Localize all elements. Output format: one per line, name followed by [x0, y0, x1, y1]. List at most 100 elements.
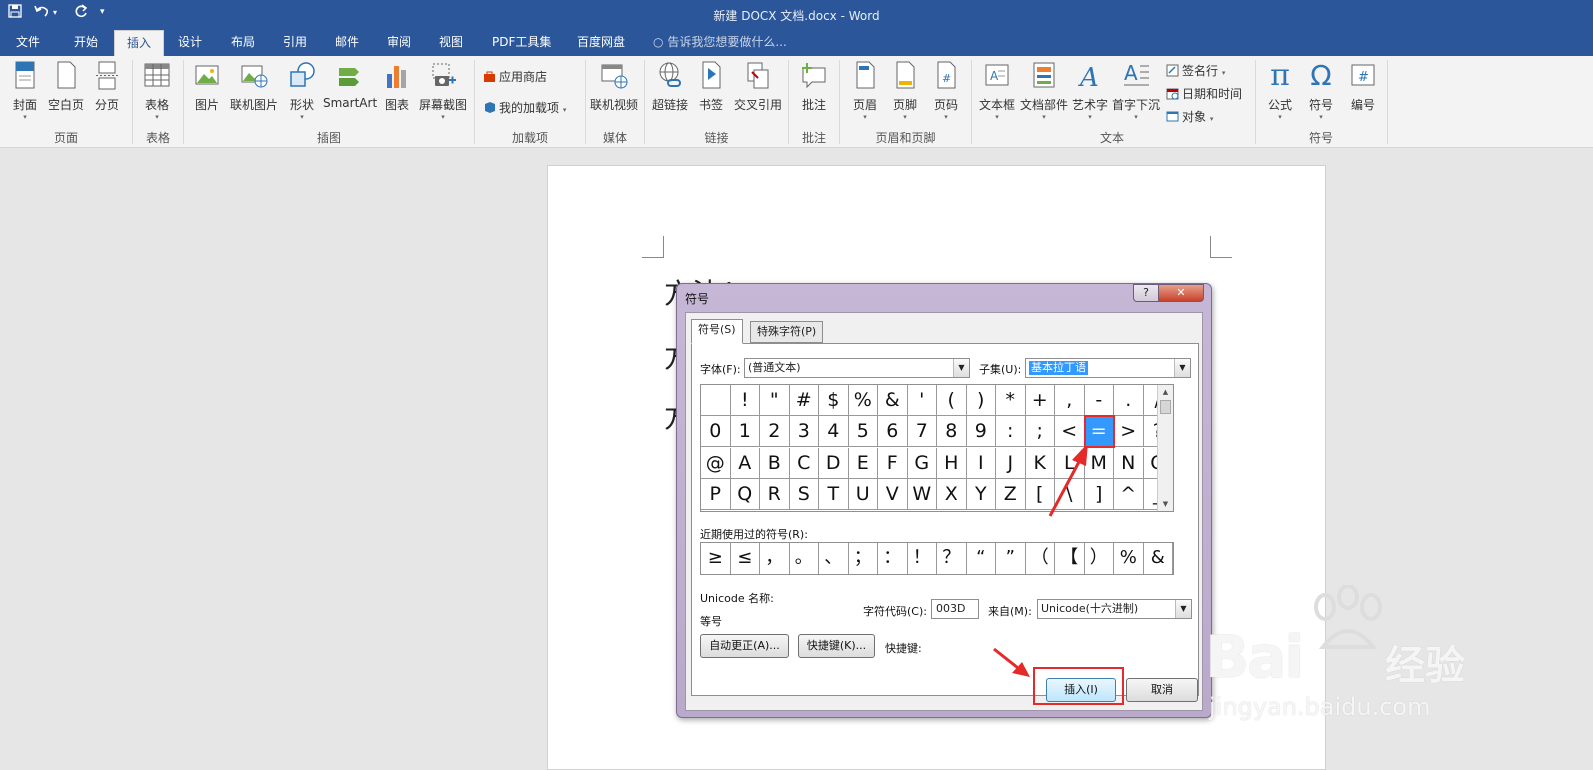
chart-button[interactable]: 图表 [383, 60, 411, 113]
symbol-cell[interactable]: ) [966, 385, 996, 416]
tab-symbols[interactable]: 符号(S) [691, 319, 743, 344]
symbol-grid-scrollbar[interactable]: ▲ ▼ [1157, 385, 1173, 511]
symbol-cell[interactable]: H [937, 447, 967, 479]
symbol-cell-selected[interactable]: = [1083, 415, 1115, 449]
tab-insert[interactable]: 插入 [114, 30, 164, 56]
symbol-cell[interactable]: U [848, 478, 878, 510]
recent-symbol-cell[interactable]: 【 [1055, 543, 1085, 574]
recent-symbol-cell[interactable]: ， [760, 543, 790, 574]
symbol-cell[interactable]: V [878, 478, 908, 510]
character-code-input[interactable]: 003D [931, 599, 979, 619]
symbol-cell[interactable]: D [819, 447, 849, 479]
symbol-cell[interactable]: K [1025, 447, 1055, 479]
symbol-cell[interactable]: 7 [907, 416, 937, 448]
tab-mailings[interactable]: 邮件 [335, 30, 359, 56]
tab-review[interactable]: 审阅 [387, 30, 411, 56]
symbol-cell[interactable]: . [1114, 385, 1144, 416]
symbol-button[interactable]: Ω 符号 ▾ [1305, 60, 1337, 122]
cancel-button[interactable]: 取消 [1126, 678, 1198, 702]
symbol-cell[interactable]: $ [819, 385, 849, 416]
header-button[interactable]: 页眉 ▾ [850, 60, 880, 121]
symbol-cell[interactable]: J [996, 447, 1026, 479]
shortcut-key-button[interactable]: 快捷键(K)... [798, 634, 875, 658]
symbol-cell[interactable]: ] [1084, 478, 1114, 510]
shapes-button[interactable]: 形状 ▾ [287, 60, 317, 121]
symbol-cell[interactable]: + [1025, 385, 1055, 416]
equation-button[interactable]: π 公式 ▾ [1264, 60, 1296, 122]
tab-pdf-tools[interactable]: PDF工具集 [492, 30, 551, 56]
symbol-cell[interactable]: 8 [937, 416, 967, 448]
symbol-cell[interactable]: 5 [848, 416, 878, 448]
symbol-cell[interactable]: : [996, 416, 1026, 448]
symbol-cell[interactable]: W [907, 478, 937, 510]
recent-symbol-cell[interactable]: ” [996, 543, 1026, 574]
tell-me-box[interactable]: ○ 告诉我您想要做什么... [653, 30, 787, 56]
quick-parts-button[interactable]: 文档部件 ▾ [1020, 60, 1068, 121]
symbol-cell[interactable]: C [789, 447, 819, 479]
signature-line-button[interactable]: 签名行 ▾ [1166, 62, 1225, 79]
online-video-button[interactable]: 联机视频 [590, 60, 638, 113]
symbol-cell[interactable]: R [760, 478, 790, 510]
symbol-cell[interactable]: * [996, 385, 1026, 416]
page-number-button[interactable]: # 页码 ▾ [931, 60, 961, 121]
symbol-cell[interactable]: S [789, 478, 819, 510]
store-button[interactable]: 应用商店 [483, 68, 547, 85]
bookmark-button[interactable]: 书签 [697, 60, 725, 113]
scroll-thumb[interactable] [1160, 400, 1171, 414]
recent-symbol-cell[interactable]: （ [1026, 543, 1055, 574]
recent-symbol-cell[interactable]: 。 [790, 543, 819, 574]
symbol-cell[interactable]: # [789, 385, 819, 416]
wordart-button[interactable]: A 艺术字 ▾ [1072, 60, 1108, 121]
picture-button[interactable]: 图片 [192, 60, 222, 113]
symbol-cell[interactable]: [ [1025, 478, 1055, 510]
symbol-cell[interactable]: ( [937, 385, 967, 416]
drop-cap-button[interactable]: A 首字下沉 ▾ [1112, 60, 1160, 121]
symbol-cell[interactable]: E [848, 447, 878, 479]
symbol-cell[interactable] [701, 385, 731, 416]
footer-button[interactable]: 页脚 ▾ [890, 60, 920, 121]
page-break-button[interactable]: 分页 [92, 60, 122, 113]
symbol-cell[interactable]: I [966, 447, 996, 479]
tab-file[interactable]: 文件 [16, 30, 40, 56]
cross-reference-button[interactable]: 交叉引用 [733, 60, 783, 113]
tab-design[interactable]: 设计 [178, 30, 202, 56]
recent-symbols-row[interactable]: ≥ ≤，。、；：！？ “” （【）% & [700, 542, 1174, 575]
symbol-cell[interactable]: 0 [701, 416, 731, 448]
recent-symbol-cell[interactable]: & [1144, 543, 1173, 574]
recent-symbol-cell[interactable]: ） [1085, 543, 1114, 574]
tab-home[interactable]: 开始 [74, 30, 98, 56]
my-addins-button[interactable]: 我的加载项 ▾ [483, 99, 566, 116]
symbol-cell[interactable]: Q [730, 478, 760, 510]
blank-page-button[interactable]: 空白页 [47, 60, 85, 113]
symbol-cell[interactable]: ! [730, 385, 760, 416]
close-button[interactable]: ✕ [1158, 284, 1204, 302]
symbol-cell[interactable]: < [1055, 416, 1085, 448]
scroll-down-icon[interactable]: ▼ [1158, 497, 1173, 511]
symbol-cell[interactable]: 9 [966, 416, 996, 448]
chevron-down-icon[interactable]: ▼ [953, 359, 969, 377]
symbol-cell[interactable]: - [1084, 385, 1114, 416]
text-box-button[interactable]: A 文本框 ▾ [978, 60, 1016, 121]
tab-layout[interactable]: 布局 [231, 30, 255, 56]
cover-page-button[interactable]: 封面 ▾ [8, 60, 42, 121]
symbol-cell[interactable]: \ [1055, 478, 1085, 510]
symbol-cell[interactable]: X [937, 478, 967, 510]
recent-symbol-cell[interactable]: ≥ [701, 543, 731, 574]
symbol-cell[interactable]: % [848, 385, 878, 416]
from-select[interactable]: Unicode(十六进制) ▼ [1037, 599, 1192, 619]
screenshot-button[interactable]: 屏幕截图 ▾ [418, 60, 468, 121]
symbol-cell[interactable]: ' [907, 385, 937, 416]
tab-special-characters[interactable]: 特殊字符(P) [750, 321, 824, 343]
symbol-cell[interactable]: & [878, 385, 908, 416]
recent-symbol-cell[interactable]: “ [967, 543, 996, 574]
recent-symbol-cell[interactable]: ： [878, 543, 908, 574]
symbol-cell[interactable]: 4 [819, 416, 849, 448]
symbol-cell[interactable]: 3 [789, 416, 819, 448]
online-pictures-button[interactable]: 联机图片 [230, 60, 278, 113]
hyperlink-button[interactable]: 超链接 [652, 60, 688, 113]
symbol-cell[interactable]: ^ [1114, 478, 1144, 510]
help-button[interactable]: ? [1133, 284, 1159, 302]
symbol-cell[interactable]: 2 [760, 416, 790, 448]
date-time-button[interactable]: 日期和时间 [1166, 85, 1242, 102]
symbol-cell[interactable]: B [760, 447, 790, 479]
